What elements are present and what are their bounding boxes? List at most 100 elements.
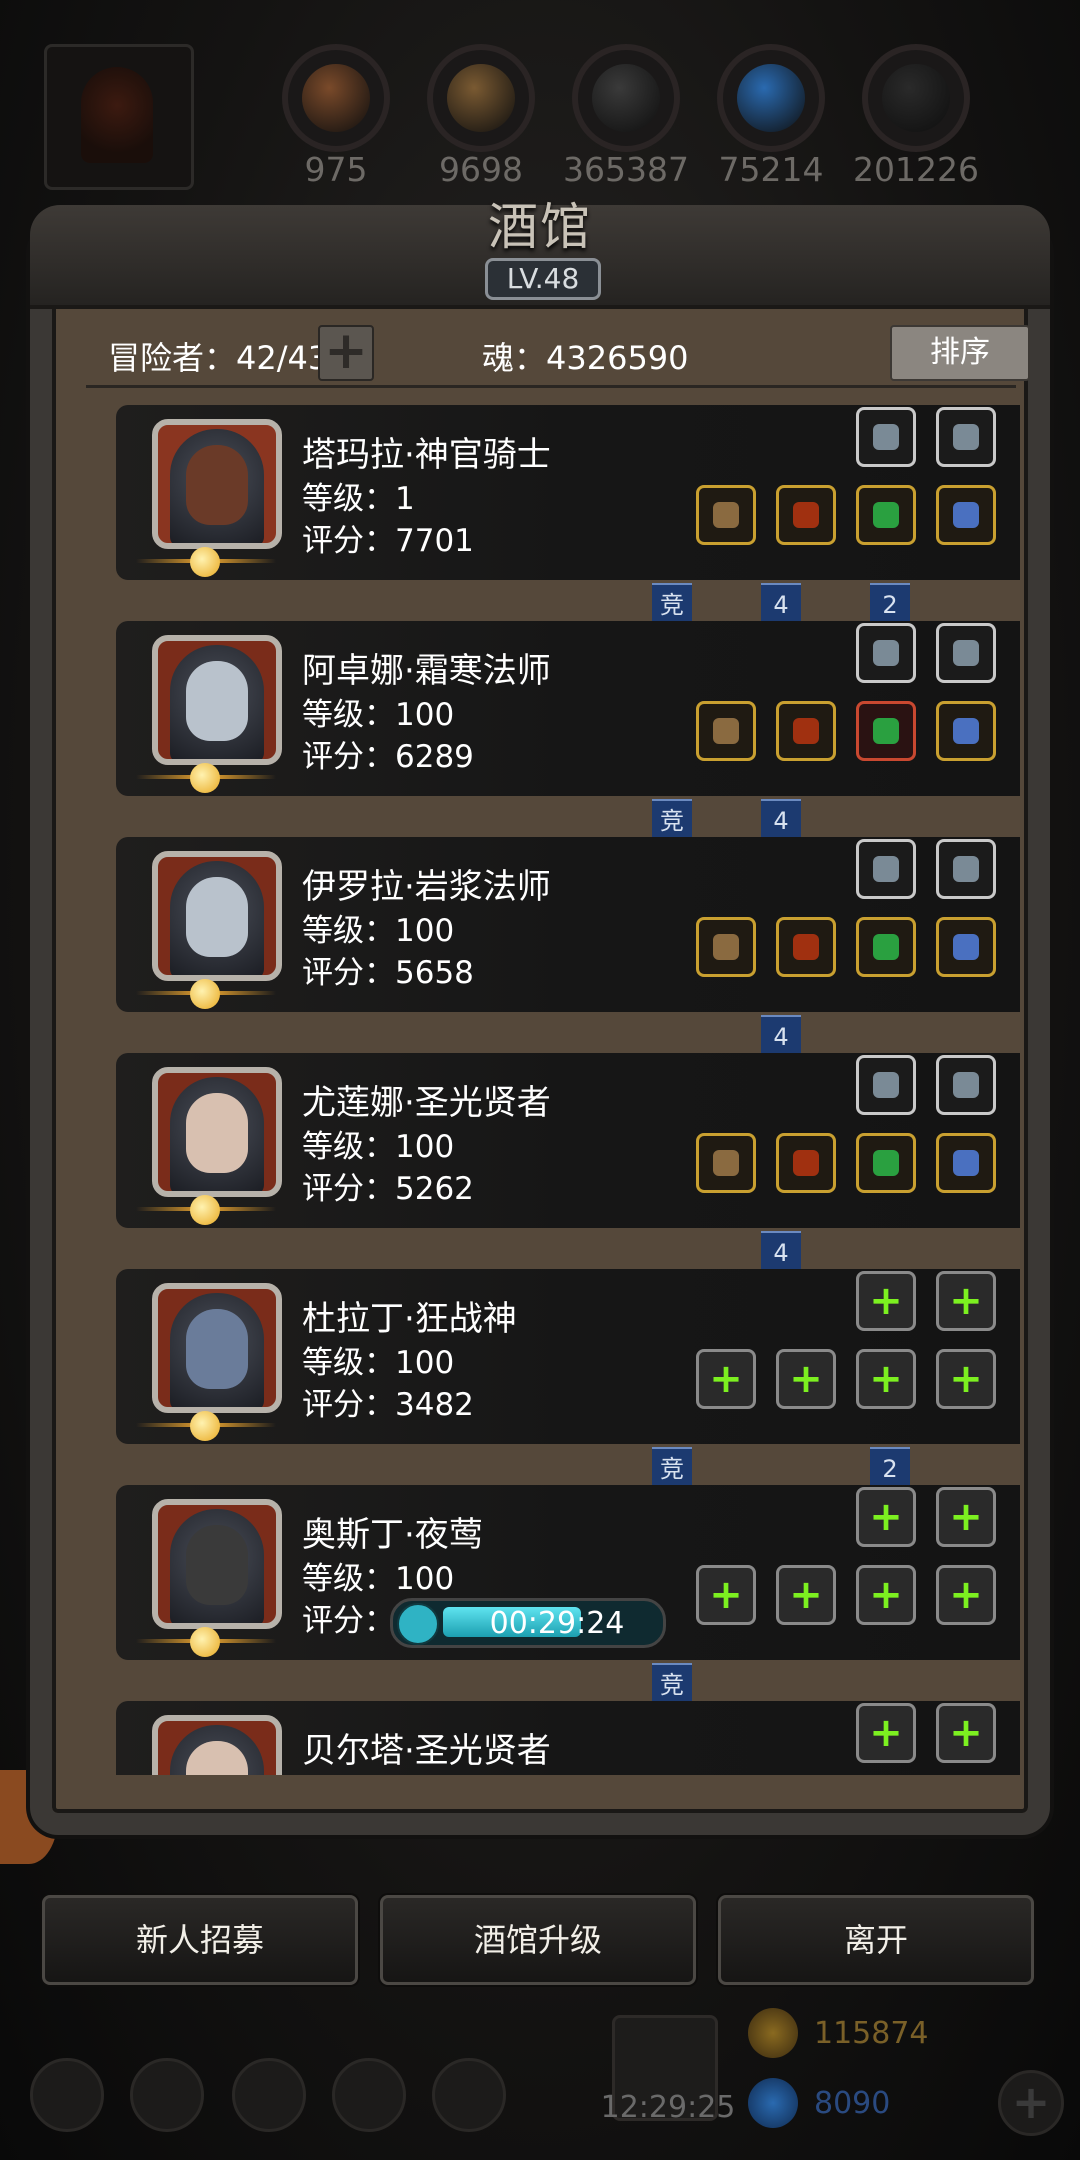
hero-name: 塔玛拉·神官骑士 xyxy=(302,435,551,475)
equipment-slot[interactable] xyxy=(776,701,836,761)
hero-card[interactable]: 塔玛拉·神官骑士 等级：1 评分：7701 xyxy=(116,405,1020,580)
mail-icon[interactable] xyxy=(332,2058,406,2132)
equipment-slot[interactable] xyxy=(856,485,916,545)
empty-equipment-slot[interactable]: + xyxy=(856,1349,916,1409)
equipment-slot[interactable] xyxy=(856,1055,916,1115)
food-icon[interactable] xyxy=(282,44,390,152)
recruit-button[interactable]: 新人招募 xyxy=(42,1895,358,1985)
equipment-slot[interactable] xyxy=(776,917,836,977)
crystal-icon[interactable] xyxy=(717,44,825,152)
resource-icon-fill xyxy=(447,64,515,132)
plus-icon: + xyxy=(949,1278,983,1324)
empty-equipment-slot[interactable]: + xyxy=(696,1349,756,1409)
equipment-slot[interactable] xyxy=(936,839,996,899)
equipment-icon xyxy=(713,502,739,528)
rank-emblem-icon xyxy=(190,1411,220,1441)
resource-value: 75214 xyxy=(718,150,824,189)
hero-card[interactable]: 尤莲娜·圣光贤者 等级：100 评分：5262 xyxy=(116,1053,1020,1228)
hero-card[interactable]: 阿卓娜·霜寒法师 等级：100 评分：6289 xyxy=(116,621,1020,796)
equipment-slot[interactable] xyxy=(776,1133,836,1193)
resource-value: 975 xyxy=(304,150,368,189)
hero-card[interactable]: 杜拉丁·狂战神 等级：100 评分：3482 + + + + + + xyxy=(116,1269,1020,1444)
equipment-icon xyxy=(953,856,979,882)
add-currency-button[interactable]: + xyxy=(998,2070,1064,2136)
hero-portrait[interactable] xyxy=(152,635,282,765)
empty-equipment-slot[interactable]: + xyxy=(936,1565,996,1625)
rank-emblem-icon xyxy=(190,547,220,577)
plus-icon: + xyxy=(869,1710,903,1756)
equipment-slot[interactable] xyxy=(936,1055,996,1115)
equipment-slot[interactable] xyxy=(696,917,756,977)
empty-equipment-slot[interactable]: + xyxy=(856,1565,916,1625)
empty-equipment-slot[interactable]: + xyxy=(696,1565,756,1625)
hero-face xyxy=(186,1525,248,1605)
equipment-slot[interactable] xyxy=(856,917,916,977)
equipment-slot[interactable] xyxy=(936,917,996,977)
hero-score: 评分：6289 xyxy=(302,739,474,775)
equipment-slot[interactable] xyxy=(776,485,836,545)
shop-icon[interactable] xyxy=(432,2058,506,2132)
hero-portrait[interactable] xyxy=(152,1715,282,1775)
equipment-slot[interactable] xyxy=(936,1133,996,1193)
upgrade-tavern-button[interactable]: 酒馆升级 xyxy=(380,1895,696,1985)
hero-level: 等级：100 xyxy=(302,1561,455,1597)
plus-icon: + xyxy=(869,1494,903,1540)
equipment-slot[interactable] xyxy=(856,623,916,683)
tavern-level-badge: LV.48 xyxy=(485,258,601,300)
stone-icon[interactable] xyxy=(862,44,970,152)
equipment-slot[interactable] xyxy=(696,701,756,761)
hero-level: 等级：100 xyxy=(302,1129,455,1165)
equipment-slot[interactable] xyxy=(696,1133,756,1193)
hero-card[interactable]: 伊罗拉·岩浆法师 等级：100 评分：5658 xyxy=(116,837,1020,1012)
equipment-icon xyxy=(713,934,739,960)
hero-name: 阿卓娜·霜寒法师 xyxy=(302,651,551,691)
sort-button[interactable]: 排序 xyxy=(890,325,1030,381)
equipment-slot[interactable] xyxy=(936,623,996,683)
empty-equipment-slot[interactable]: + xyxy=(936,1487,996,1547)
equipment-slot[interactable] xyxy=(696,485,756,545)
empty-equipment-slot[interactable]: + xyxy=(856,1271,916,1331)
timer-text: 00:29:24 xyxy=(489,1606,625,1641)
hero-face xyxy=(186,1309,248,1389)
hero-list[interactable]: 塔玛拉·神官骑士 等级：1 评分：7701 竞 4 2 阿卓娜·霜寒法师 等级：100 评分：6… xyxy=(80,395,1020,1775)
settings-gear-icon[interactable] xyxy=(30,2058,104,2132)
equipment-slot[interactable] xyxy=(856,701,916,761)
equipment-slot[interactable] xyxy=(936,485,996,545)
equipment-slot[interactable] xyxy=(936,407,996,467)
equipment-icon xyxy=(953,1150,979,1176)
equipment-icon xyxy=(873,640,899,666)
equipment-icon xyxy=(953,718,979,744)
plus-icon: + xyxy=(949,1572,983,1618)
empty-equipment-slot[interactable]: + xyxy=(776,1349,836,1409)
empty-equipment-slot[interactable]: + xyxy=(856,1487,916,1547)
tavern-stats-row: 冒险者：42/43 + 魂：4326590 排序 xyxy=(82,325,1030,385)
hero-portrait[interactable] xyxy=(152,419,282,549)
hero-portrait[interactable] xyxy=(152,1067,282,1197)
empty-equipment-slot[interactable]: + xyxy=(936,1703,996,1763)
add-adventurer-slot-button[interactable]: + xyxy=(318,325,374,381)
empty-equipment-slot[interactable]: + xyxy=(776,1565,836,1625)
guild-icon[interactable] xyxy=(232,2058,306,2132)
hero-level: 等级：100 xyxy=(302,913,455,949)
hero-portrait[interactable] xyxy=(152,1283,282,1413)
hero-level: 等级：100 xyxy=(302,1345,455,1381)
hero-portrait[interactable] xyxy=(152,851,282,981)
empty-equipment-slot[interactable]: + xyxy=(936,1349,996,1409)
equipment-slot[interactable] xyxy=(936,701,996,761)
hero-level: 等级：1 xyxy=(302,481,415,517)
equipment-slot[interactable] xyxy=(856,407,916,467)
leave-button[interactable]: 离开 xyxy=(718,1895,1034,1985)
equipment-icon xyxy=(873,1150,899,1176)
equipment-slot[interactable] xyxy=(856,839,916,899)
iron-icon[interactable] xyxy=(572,44,680,152)
plus-icon: + xyxy=(949,1710,983,1756)
achievement-star-icon[interactable] xyxy=(130,2058,204,2132)
equipment-icon xyxy=(793,1150,819,1176)
empty-equipment-slot[interactable]: + xyxy=(856,1703,916,1763)
player-avatar[interactable] xyxy=(44,44,194,190)
equipment-slot[interactable] xyxy=(856,1133,916,1193)
hero-portrait[interactable] xyxy=(152,1499,282,1629)
hero-card[interactable]: 贝尔塔·圣光贤者 + + xyxy=(116,1701,1020,1775)
empty-equipment-slot[interactable]: + xyxy=(936,1271,996,1331)
wood-icon[interactable] xyxy=(427,44,535,152)
